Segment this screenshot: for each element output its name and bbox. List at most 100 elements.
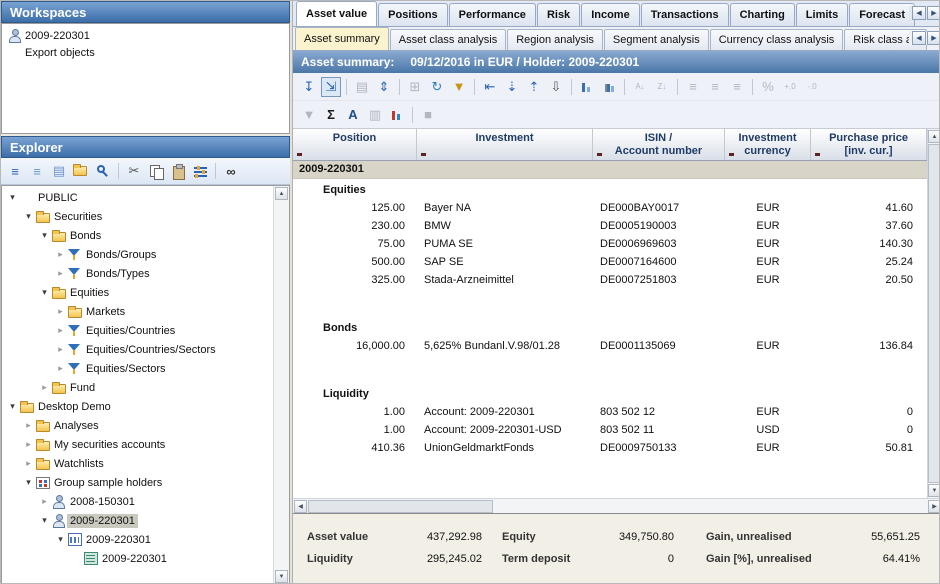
- tree-item-equities[interactable]: ▾Equities: [2, 283, 274, 302]
- filter-settings-icon[interactable]: [190, 161, 210, 181]
- tree-item-markets[interactable]: ▸Markets: [2, 302, 274, 321]
- tab-income[interactable]: Income: [581, 3, 640, 26]
- align-right-icon[interactable]: ≡: [727, 77, 747, 97]
- columns-icon[interactable]: ▥: [365, 105, 385, 125]
- workspace-item-export-objects[interactable]: Export objects: [2, 44, 289, 61]
- tree-item-bonds-groups[interactable]: ▸Bonds/Groups: [2, 245, 274, 264]
- percent-icon[interactable]: %: [758, 77, 778, 97]
- tab-segment-analysis[interactable]: Segment analysis: [604, 29, 709, 50]
- filter-edit-icon[interactable]: ▼: [449, 77, 469, 97]
- tree-item-group-sample-holders[interactable]: ▾Group sample holders: [2, 473, 274, 492]
- tree-view-icon[interactable]: ≡: [5, 161, 25, 181]
- vertical-scrollbar[interactable]: ▲ ▼: [927, 129, 940, 498]
- tab-transactions[interactable]: Transactions: [641, 3, 729, 26]
- previous-row-icon[interactable]: ⇡: [524, 77, 544, 97]
- tree-item-my-securities-accounts[interactable]: ▸My securities accounts: [2, 435, 274, 454]
- export-data-icon[interactable]: ⇩: [546, 77, 566, 97]
- align-center-icon[interactable]: ≡: [705, 77, 725, 97]
- column-header-position[interactable]: Position: [293, 129, 417, 160]
- tree-item-2008-150301[interactable]: ▸2008-150301: [2, 492, 274, 511]
- tree-item-2009-220301[interactable]: ▾2009-220301: [2, 530, 274, 549]
- sum-icon[interactable]: Σ: [321, 105, 341, 125]
- collapse-icon[interactable]: ▾: [54, 534, 67, 545]
- font-icon[interactable]: A: [343, 105, 363, 125]
- chart-icon[interactable]: [577, 77, 597, 97]
- tab-asset-value[interactable]: Asset value: [296, 1, 377, 26]
- tab-currency-class-analysis[interactable]: Currency class analysis: [710, 29, 844, 50]
- column-header-investment[interactable]: Investment: [417, 129, 593, 160]
- collapse-icon[interactable]: ▾: [6, 192, 19, 203]
- tree-scrollbar[interactable]: ▲ ▼: [273, 186, 289, 584]
- table-row[interactable]: 230.00BMWDE0005190003EUR37.60: [293, 217, 927, 235]
- subtabs-scroll-left-icon[interactable]: ◀: [912, 31, 926, 45]
- expand-icon[interactable]: ▸: [54, 249, 67, 260]
- subtabs-scroll-right-icon[interactable]: ▶: [927, 31, 940, 45]
- expand-icon[interactable]: ▸: [22, 420, 35, 431]
- tab-limits[interactable]: Limits: [796, 3, 848, 26]
- expand-icon[interactable]: ▸: [54, 306, 67, 317]
- collapse-icon[interactable]: ▾: [38, 230, 51, 241]
- table-row[interactable]: 1.00Account: 2009-220301-USD803 502 11US…: [293, 421, 927, 439]
- table-row[interactable]: 500.00SAP SEDE0007164600EUR25.24: [293, 253, 927, 271]
- column-header-purchase-price[interactable]: Purchase price[inv. cur.]: [811, 129, 927, 160]
- tree-item-equities-countries-sectors[interactable]: ▸Equities/Countries/Sectors: [2, 340, 274, 359]
- zoom-chart-icon[interactable]: ⇲: [321, 77, 341, 97]
- expand-rows-icon[interactable]: ⇕: [374, 77, 394, 97]
- tree-item-bonds-types[interactable]: ▸Bonds/Types: [2, 264, 274, 283]
- sort-ascending-icon[interactable]: A↓: [630, 77, 650, 97]
- expand-icon[interactable]: ▸: [38, 382, 51, 393]
- tree-item-2009-220301[interactable]: 2009-220301: [2, 549, 274, 568]
- tree-item-2009-220301[interactable]: ▾2009-220301: [2, 511, 274, 530]
- tab-asset-summary[interactable]: Asset summary: [295, 27, 389, 50]
- paste-icon[interactable]: [168, 161, 188, 181]
- horizontal-scrollbar[interactable]: ◀ ▶: [293, 498, 940, 513]
- tree-item-fund[interactable]: ▸Fund: [2, 378, 274, 397]
- tab-asset-class-analysis[interactable]: Asset class analysis: [390, 29, 506, 50]
- tree-item-bonds[interactable]: ▾Bonds: [2, 226, 274, 245]
- scroll-up-icon[interactable]: ▲: [928, 130, 940, 143]
- expand-icon[interactable]: ▸: [22, 439, 35, 450]
- next-row-icon[interactable]: ⇣: [502, 77, 522, 97]
- tree-item-equities-countries[interactable]: ▸Equities/Countries: [2, 321, 274, 340]
- expand-icon[interactable]: ▸: [54, 363, 67, 374]
- list-view-icon[interactable]: ≡: [27, 161, 47, 181]
- filter-rows-icon[interactable]: ▼: [299, 105, 319, 125]
- tree-item-equities-sectors[interactable]: ▸Equities/Sectors: [2, 359, 274, 378]
- table-row[interactable]: 75.00PUMA SEDE0006969603EUR140.30: [293, 235, 927, 253]
- tree-item-public[interactable]: ▾PUBLIC: [2, 188, 274, 207]
- expand-icon[interactable]: ▸: [54, 344, 67, 355]
- table-row[interactable]: 410.36UnionGeldmarktFondsDE0009750133EUR…: [293, 439, 927, 457]
- copy-icon[interactable]: [146, 161, 166, 181]
- stop-icon[interactable]: ■: [418, 105, 438, 125]
- cut-icon[interactable]: ✂: [124, 161, 144, 181]
- chart-axis-icon[interactable]: [599, 77, 619, 97]
- horizontal-scrollbar-thumb[interactable]: [308, 500, 493, 513]
- column-header-isin[interactable]: ISIN /Account number: [593, 129, 725, 160]
- expand-icon[interactable]: ▸: [54, 268, 67, 279]
- tab-charting[interactable]: Charting: [730, 3, 795, 26]
- tab-positions[interactable]: Positions: [378, 3, 448, 26]
- search-icon[interactable]: [93, 161, 113, 181]
- collapse-icon[interactable]: ▾: [38, 287, 51, 298]
- expand-icon[interactable]: ▸: [22, 458, 35, 469]
- expand-icon[interactable]: ▸: [54, 325, 67, 336]
- table-row[interactable]: 1.00Account: 2009-220301803 502 12EUR0: [293, 403, 927, 421]
- tab-risk[interactable]: Risk: [537, 3, 580, 26]
- add-decimal-icon[interactable]: +.0: [780, 77, 800, 97]
- details-view-icon[interactable]: ▤: [49, 161, 69, 181]
- column-header-investment[interactable]: Investmentcurrency: [725, 129, 811, 160]
- tree-item-desktop-demo[interactable]: ▾Desktop Demo: [2, 397, 274, 416]
- collapse-icon[interactable]: ▾: [6, 401, 19, 412]
- collapse-icon[interactable]: ▾: [22, 477, 35, 488]
- scroll-up-icon[interactable]: ▲: [275, 187, 288, 200]
- tab-region-analysis[interactable]: Region analysis: [507, 29, 603, 50]
- scroll-down-icon[interactable]: ▼: [275, 570, 288, 583]
- refresh-icon[interactable]: ↻: [427, 77, 447, 97]
- new-folder-icon[interactable]: [71, 161, 91, 181]
- vertical-scrollbar-thumb[interactable]: [928, 144, 940, 483]
- tree-item-securities[interactable]: ▾Securities: [2, 207, 274, 226]
- period-icon[interactable]: ⊞: [405, 77, 425, 97]
- scroll-right-icon[interactable]: ▶: [928, 500, 940, 513]
- table-row[interactable]: 125.00Bayer NADE000BAY0017EUR41.60: [293, 199, 927, 217]
- scroll-left-icon[interactable]: ◀: [294, 500, 307, 513]
